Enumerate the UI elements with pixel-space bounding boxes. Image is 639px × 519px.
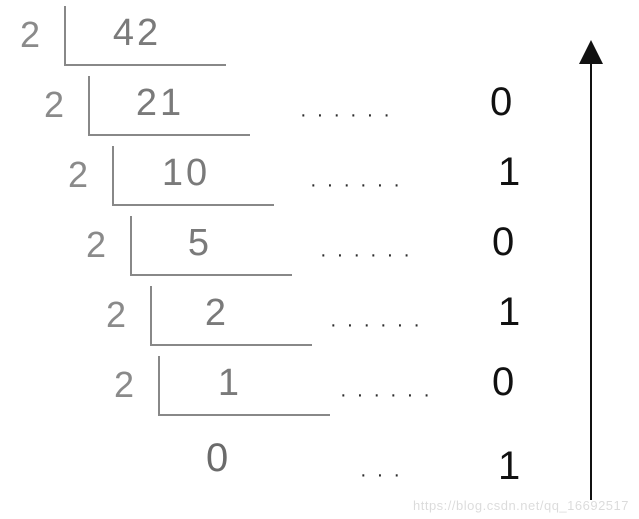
dividend: 21: [120, 82, 200, 125]
dots: ······: [330, 314, 430, 337]
remainder: 1: [498, 150, 520, 195]
read-direction-arrow: [571, 40, 611, 500]
dots: ······: [340, 384, 440, 407]
dividend: 10: [146, 152, 226, 195]
division-ladder-diagram: 2 42 2 21 ······ 0 2 10 ······ 1 2 5 ···…: [0, 0, 639, 519]
divisor: 2: [44, 84, 65, 126]
divisor: 2: [114, 364, 135, 406]
divisor: 2: [86, 224, 107, 266]
divisor: 2: [20, 14, 41, 56]
remainder: 1: [498, 444, 520, 489]
dividend: 2: [192, 292, 242, 335]
remainder: 0: [492, 220, 514, 265]
dots: ······: [310, 174, 410, 197]
dividend: 1: [210, 362, 250, 405]
dots: ······: [300, 104, 400, 127]
remainder: 1: [498, 290, 520, 335]
divisor: 2: [68, 154, 89, 196]
dividend: 42: [92, 12, 182, 55]
remainder: 0: [492, 360, 514, 405]
dots: ······: [320, 244, 420, 267]
divisor: 2: [106, 294, 127, 336]
dividend: 5: [170, 222, 230, 265]
dots: ···: [360, 464, 410, 487]
arrow-line: [590, 58, 592, 500]
remainder: 0: [490, 80, 512, 125]
watermark-text: https://blog.csdn.net/qq_16692517: [413, 498, 629, 513]
final-quotient: 0: [206, 436, 228, 481]
